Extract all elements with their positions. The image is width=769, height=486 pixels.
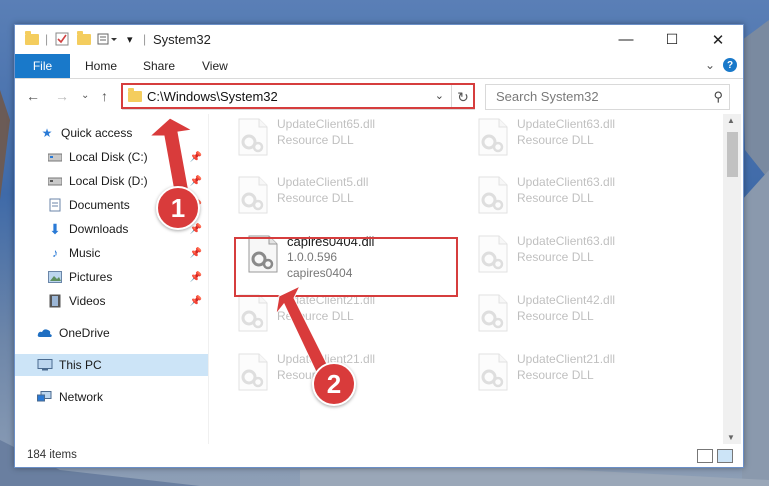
annotation-arrows [148, 117, 331, 377]
callout-1: 1 [156, 186, 200, 230]
arrow-2 [275, 284, 331, 377]
callout-2: 2 [312, 362, 356, 406]
